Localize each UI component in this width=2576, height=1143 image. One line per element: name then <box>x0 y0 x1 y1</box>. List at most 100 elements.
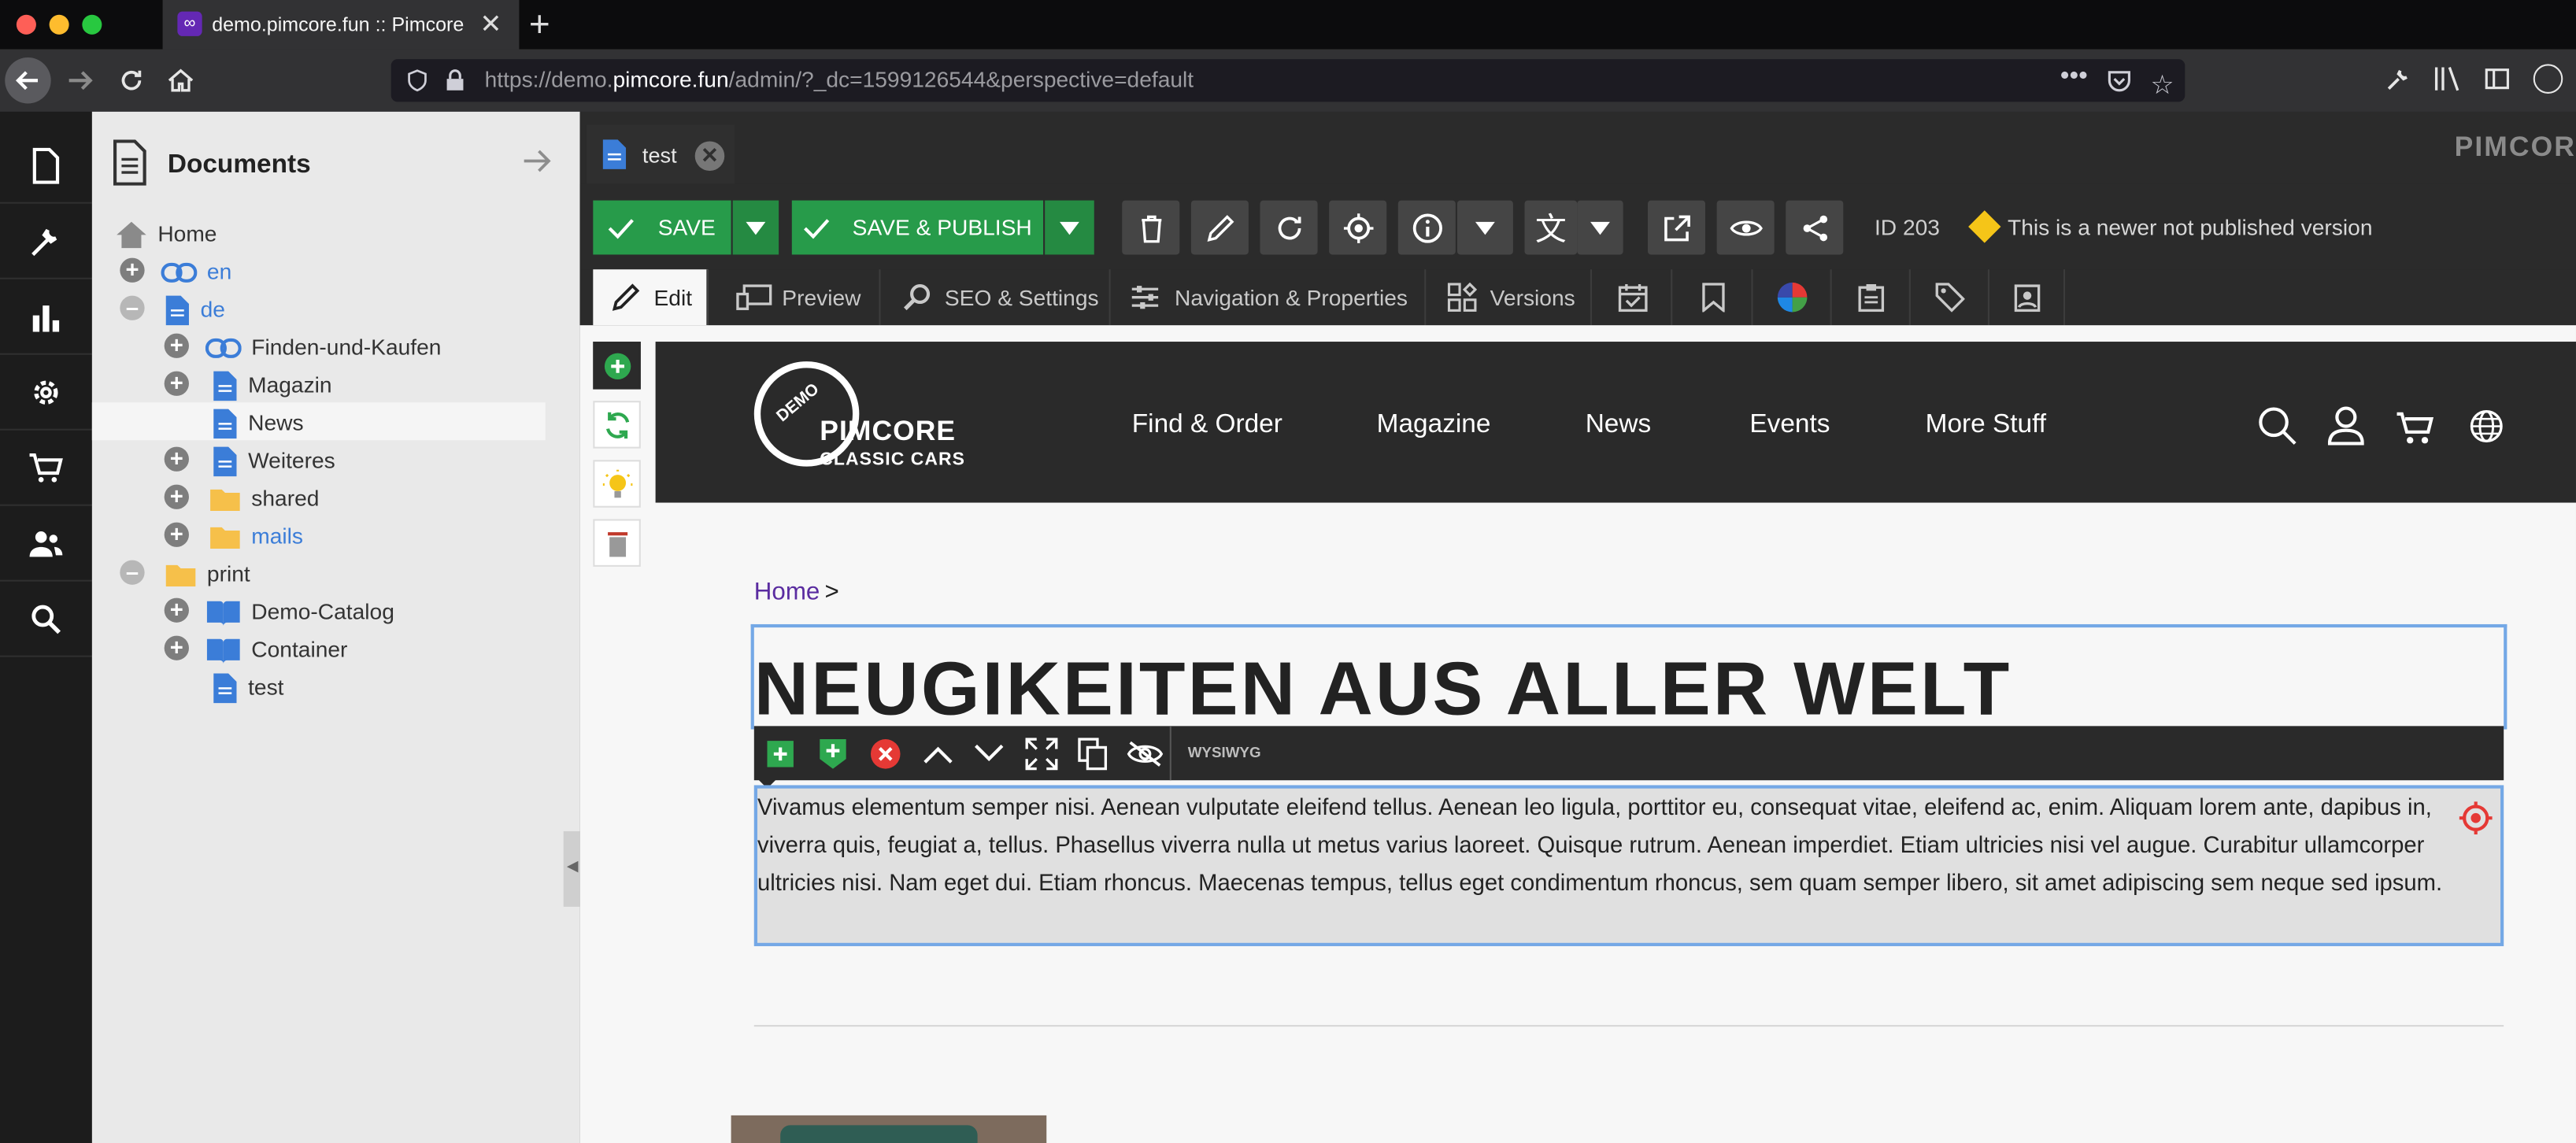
site-language-globe-icon[interactable] <box>2469 409 2504 444</box>
forward-button[interactable] <box>65 65 95 95</box>
sidebar-users-button[interactable] <box>0 506 92 582</box>
tab-notes[interactable] <box>1834 269 1911 326</box>
bookmark-star-icon[interactable]: ☆ <box>2151 65 2174 108</box>
tree-item-mails[interactable]: mails <box>209 517 303 555</box>
document-tab-test[interactable]: test ✕ <box>586 124 735 184</box>
expand-magazin-icon[interactable]: + <box>164 371 189 396</box>
block-add-below-button[interactable] <box>810 731 856 777</box>
tree-item-magazin[interactable]: Magazin <box>212 366 332 404</box>
rename-button[interactable] <box>1190 200 1249 255</box>
tree-item-de[interactable]: de <box>165 290 225 328</box>
tab-preview[interactable]: Preview <box>718 269 881 326</box>
tree-item-home[interactable]: Home <box>115 215 217 253</box>
article-image[interactable] <box>731 1115 1047 1143</box>
tree-item-container[interactable]: Container <box>205 631 347 668</box>
tree-item-demo-catalog[interactable]: Demo-Catalog <box>205 593 394 631</box>
back-button[interactable] <box>5 57 51 104</box>
site-search-icon[interactable] <box>2257 405 2297 445</box>
block-add-above-button[interactable] <box>757 731 803 777</box>
preview-button[interactable] <box>1716 200 1775 255</box>
show-in-tree-button[interactable] <box>1329 200 1387 255</box>
close-document-tab-icon[interactable]: ✕ <box>694 141 725 172</box>
block-hide-button[interactable] <box>1122 731 1168 777</box>
block-move-down-button[interactable] <box>966 731 1012 777</box>
expand-mails-icon[interactable]: + <box>164 522 189 547</box>
save-button[interactable]: SAVE <box>593 200 731 255</box>
open-external-button[interactable] <box>1647 200 1706 255</box>
info-dropdown-button[interactable] <box>1456 200 1513 255</box>
delete-button[interactable] <box>1122 200 1180 255</box>
sidebar-toggle-icon[interactable] <box>2484 65 2510 91</box>
wysiwyg-editable[interactable]: Vivamus elementum semper nisi. Aenean vu… <box>753 785 2504 946</box>
info-button[interactable] <box>1397 200 1456 255</box>
sidebar-ecommerce-button[interactable] <box>0 431 92 506</box>
tree-item-print[interactable]: print <box>165 555 250 593</box>
block-move-up-button[interactable] <box>915 731 960 777</box>
collapse-de-icon[interactable]: – <box>120 295 145 320</box>
site-user-icon[interactable] <box>2327 405 2364 446</box>
tab-edit[interactable]: Edit <box>593 269 709 326</box>
share-button[interactable] <box>1786 200 1844 255</box>
new-tab-icon[interactable]: + <box>529 3 550 46</box>
block-copy-button[interactable] <box>1069 731 1115 777</box>
site-menu-magazine[interactable]: Magazine <box>1377 411 1491 441</box>
tab-workflow[interactable] <box>1991 269 2066 326</box>
library-icon[interactable] <box>2433 65 2463 91</box>
editable-target-icon[interactable] <box>2458 800 2494 836</box>
block-remove-button[interactable] <box>863 731 909 777</box>
browser-tab[interactable]: ∞ demo.pimcore.fun :: Pimcore ✕ <box>162 0 520 50</box>
save-publish-dropdown-button[interactable] <box>1045 200 1094 255</box>
highlight-editables-button[interactable] <box>593 460 641 508</box>
tab-scheduler[interactable] <box>1593 269 1673 326</box>
minimize-window-icon[interactable] <box>49 14 69 35</box>
tree-item-shared[interactable]: shared <box>209 479 319 517</box>
page-actions-icon[interactable]: ••• <box>2060 56 2088 98</box>
add-area-block-button[interactable] <box>593 342 641 390</box>
expand-shared-icon[interactable]: + <box>164 484 189 509</box>
sidebar-reports-button[interactable] <box>0 279 92 355</box>
sidebar-settings-button[interactable] <box>0 355 92 431</box>
panel-splitter-handle[interactable]: ◀ <box>563 830 580 907</box>
sidebar-search-button[interactable] <box>0 582 92 657</box>
page-heading[interactable]: NEUGIKEITEN AUS ALLER WELT <box>754 644 2012 733</box>
site-menu-news[interactable]: News <box>1586 411 1652 441</box>
panel-collapse-arrow-icon[interactable] <box>523 148 553 174</box>
expand-demo-catalog-icon[interactable]: + <box>164 597 189 623</box>
tree-item-news[interactable]: News <box>212 404 304 442</box>
zoom-window-icon[interactable] <box>82 14 102 35</box>
tree-item-en[interactable]: en <box>161 253 231 290</box>
tree-item-finden-und-kaufen[interactable]: Finden-und-Kaufen <box>205 328 441 366</box>
translation-button[interactable]: 文 <box>1524 200 1578 255</box>
breadcrumb-home-link[interactable]: Home <box>754 579 820 606</box>
save-publish-button[interactable]: SAVE & PUBLISH <box>791 200 1044 255</box>
address-bar[interactable]: https://demo.pimcore.fun/admin/?_dc=1599… <box>390 56 2186 102</box>
tab-targeting[interactable] <box>1755 269 1832 326</box>
reload-button[interactable] <box>117 65 146 95</box>
tab-navigation-properties[interactable]: Navigation & Properties <box>1112 269 1427 326</box>
reload-document-button[interactable] <box>1260 200 1318 255</box>
clear-editables-button[interactable] <box>593 519 641 567</box>
close-window-icon[interactable] <box>16 14 36 35</box>
tab-seo-settings[interactable]: SEO & Settings <box>883 269 1111 326</box>
tab-tags[interactable] <box>1912 269 1990 326</box>
home-button[interactable] <box>166 65 196 95</box>
site-menu-find-order[interactable]: Find & Order <box>1132 411 1282 441</box>
translation-dropdown-button[interactable] <box>1577 200 1623 255</box>
refresh-editmode-button[interactable] <box>593 401 641 449</box>
site-menu-events[interactable]: Events <box>1749 411 1830 441</box>
site-menu-more-stuff[interactable]: More Stuff <box>1926 411 2046 441</box>
wrench-icon[interactable] <box>2385 65 2411 91</box>
expand-weiteres-icon[interactable]: + <box>164 446 189 472</box>
tab-versions[interactable]: Versions <box>1427 269 1593 326</box>
collapse-print-icon[interactable]: – <box>120 560 145 585</box>
save-dropdown-button[interactable] <box>732 200 779 255</box>
pocket-icon[interactable] <box>2108 69 2130 92</box>
site-cart-icon[interactable] <box>2395 408 2434 447</box>
expand-container-icon[interactable]: + <box>164 635 189 660</box>
tree-item-test[interactable]: test <box>212 668 284 706</box>
close-tab-icon[interactable]: ✕ <box>479 8 502 41</box>
sidebar-documents-button[interactable] <box>0 128 92 204</box>
tree-item-weiteres[interactable]: Weiteres <box>212 442 335 479</box>
block-fullscreen-button[interactable] <box>1019 731 1064 777</box>
account-icon[interactable] <box>2533 64 2563 94</box>
